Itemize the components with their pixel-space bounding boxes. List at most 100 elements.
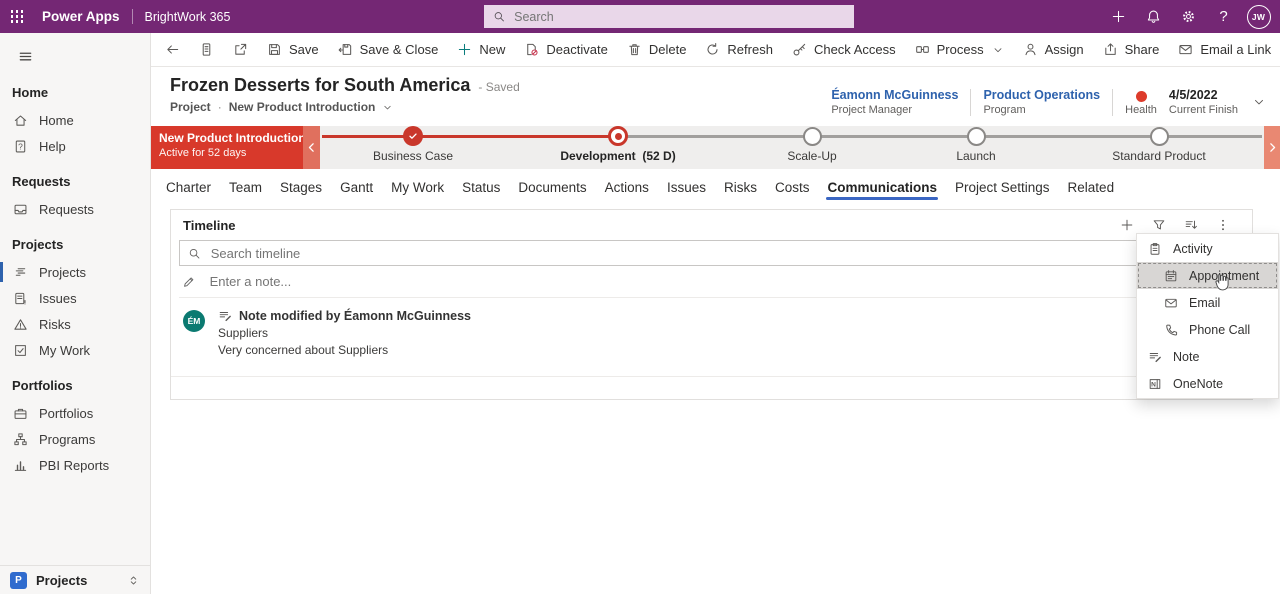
envelope-icon: [1178, 42, 1193, 57]
global-search-input[interactable]: [512, 9, 845, 25]
menu-item-note[interactable]: Note: [1137, 343, 1278, 370]
help-button[interactable]: ?: [1208, 1, 1239, 32]
share-label: Share: [1125, 42, 1160, 57]
sidebar-item-pbi-reports[interactable]: PBI Reports: [0, 452, 150, 478]
tab-team[interactable]: Team: [228, 172, 263, 201]
sidebar-section-home: Home: [0, 70, 150, 107]
tab-charter[interactable]: Charter: [165, 172, 212, 201]
new-button[interactable]: New: [448, 37, 514, 63]
timeline-search-input[interactable]: [209, 245, 1235, 262]
timeline-search[interactable]: [179, 240, 1244, 266]
sidebar-item-issues[interactable]: Issues: [0, 285, 150, 311]
stage-launch[interactable]: Launch: [886, 126, 1066, 163]
divider: [132, 9, 133, 24]
sidebar-item-my-work[interactable]: My Work: [0, 337, 150, 363]
sidebar-collapse-button[interactable]: [13, 44, 37, 68]
menu-item-activity[interactable]: Activity: [1137, 235, 1278, 262]
sidebar: Home Home Help Requests Requests Project…: [0, 33, 151, 594]
tab-status[interactable]: Status: [461, 172, 501, 201]
refresh-button[interactable]: Refresh: [696, 37, 782, 63]
sidebar-item-projects[interactable]: Projects: [0, 259, 150, 285]
tab-stages[interactable]: Stages: [279, 172, 323, 201]
popout-button[interactable]: [224, 37, 257, 63]
account-button[interactable]: JW: [1243, 1, 1274, 32]
stage-development[interactable]: Development (52 D): [528, 126, 708, 163]
sidebar-item-portfolios[interactable]: Portfolios: [0, 400, 150, 426]
tab-documents[interactable]: Documents: [517, 172, 587, 201]
check-access-label: Check Access: [814, 42, 896, 57]
stage-scale-up[interactable]: Scale-Up: [722, 126, 902, 163]
environment-name[interactable]: BrightWork 365: [145, 10, 231, 24]
menu-item-email[interactable]: Email: [1137, 289, 1278, 316]
sidebar-item-programs[interactable]: Programs: [0, 426, 150, 452]
stage-label: Standard Product: [1069, 149, 1249, 163]
form-selector-button[interactable]: [190, 37, 223, 63]
share-button[interactable]: Share: [1094, 37, 1169, 63]
field-label: Project Manager: [831, 104, 958, 116]
assign-button[interactable]: Assign: [1014, 37, 1093, 63]
menu-item-onenote[interactable]: OneNote: [1137, 370, 1278, 397]
timeline-entry[interactable]: ÉM Note modified by Éamonn McGuinness Su…: [171, 298, 1252, 357]
sidebar-section-portfolios: Portfolios: [0, 363, 150, 400]
global-search[interactable]: [484, 5, 854, 28]
bpf-banner[interactable]: New Product Introduction Active for 52 d…: [150, 126, 312, 169]
health-status-dot: [1136, 91, 1147, 102]
sidebar-item-label: Projects: [39, 265, 86, 280]
sidebar-item-help[interactable]: Help: [0, 133, 150, 159]
waffle-menu-icon[interactable]: [0, 0, 34, 33]
email-link-label: Email a Link: [1200, 42, 1271, 57]
check-access-button[interactable]: Check Access: [783, 37, 905, 63]
project-manager-link[interactable]: Éamonn McGuinness: [831, 88, 958, 102]
sidebar-item-label: My Work: [39, 343, 90, 358]
tab-gantt[interactable]: Gantt: [339, 172, 374, 201]
bell-icon: [1146, 9, 1161, 24]
save-button[interactable]: Save: [258, 37, 328, 63]
add-button[interactable]: [1103, 1, 1134, 32]
bar-chart-icon: [13, 458, 28, 473]
save-close-button[interactable]: Save & Close: [329, 37, 448, 63]
settings-button[interactable]: [1173, 1, 1204, 32]
chevron-down-icon[interactable]: [382, 102, 393, 113]
delete-button[interactable]: Delete: [618, 37, 696, 63]
tab-my-work[interactable]: My Work: [390, 172, 445, 201]
bpf-scroll-left-button[interactable]: [303, 126, 320, 169]
tab-issues[interactable]: Issues: [666, 172, 707, 201]
divider: [970, 89, 971, 116]
back-button[interactable]: [156, 37, 189, 63]
sidebar-item-risks[interactable]: Risks: [0, 311, 150, 337]
divider: [1112, 89, 1113, 116]
hamburger-icon: [18, 49, 33, 64]
timeline-title: Timeline: [183, 218, 236, 233]
program-link[interactable]: Product Operations: [983, 88, 1100, 102]
note-input[interactable]: [208, 273, 1241, 290]
sidebar-item-requests[interactable]: Requests: [0, 196, 150, 222]
process-label: Process: [937, 42, 984, 57]
deactivate-button[interactable]: Deactivate: [515, 37, 616, 63]
tab-costs[interactable]: Costs: [774, 172, 811, 201]
stage-business-case[interactable]: Business Case: [323, 126, 503, 163]
process-button[interactable]: Process: [906, 37, 1013, 63]
tab-actions[interactable]: Actions: [604, 172, 650, 201]
stage-label: Launch: [886, 149, 1066, 163]
menu-item-label: Note: [1173, 350, 1199, 364]
stage-standard-product[interactable]: Standard Product: [1069, 126, 1249, 163]
tab-project-settings[interactable]: Project Settings: [954, 172, 1051, 201]
tab-risks[interactable]: Risks: [723, 172, 758, 201]
app-name[interactable]: Power Apps: [42, 9, 120, 24]
area-switcher[interactable]: P Projects: [0, 565, 150, 594]
menu-item-phone-call[interactable]: Phone Call: [1137, 316, 1278, 343]
note-entry-field[interactable]: [179, 266, 1244, 298]
header-expand-chevron-icon[interactable]: [1252, 95, 1266, 109]
command-bar: Save Save & Close New Deactivate Delete …: [150, 33, 1280, 67]
bpf-scroll-right-button[interactable]: [1264, 126, 1280, 169]
process-icon: [915, 42, 930, 57]
sidebar-item-home[interactable]: Home: [0, 107, 150, 133]
project-list-icon: [13, 265, 28, 280]
tab-related[interactable]: Related: [1067, 172, 1116, 201]
menu-item-appointment[interactable]: Appointment: [1137, 262, 1278, 289]
email-link-button[interactable]: Email a Link: [1169, 37, 1280, 63]
tab-communications[interactable]: Communications: [826, 172, 938, 201]
search-icon: [493, 10, 505, 23]
notifications-button[interactable]: [1138, 1, 1169, 32]
bpf-name-link[interactable]: New Product Introduction: [229, 100, 376, 114]
